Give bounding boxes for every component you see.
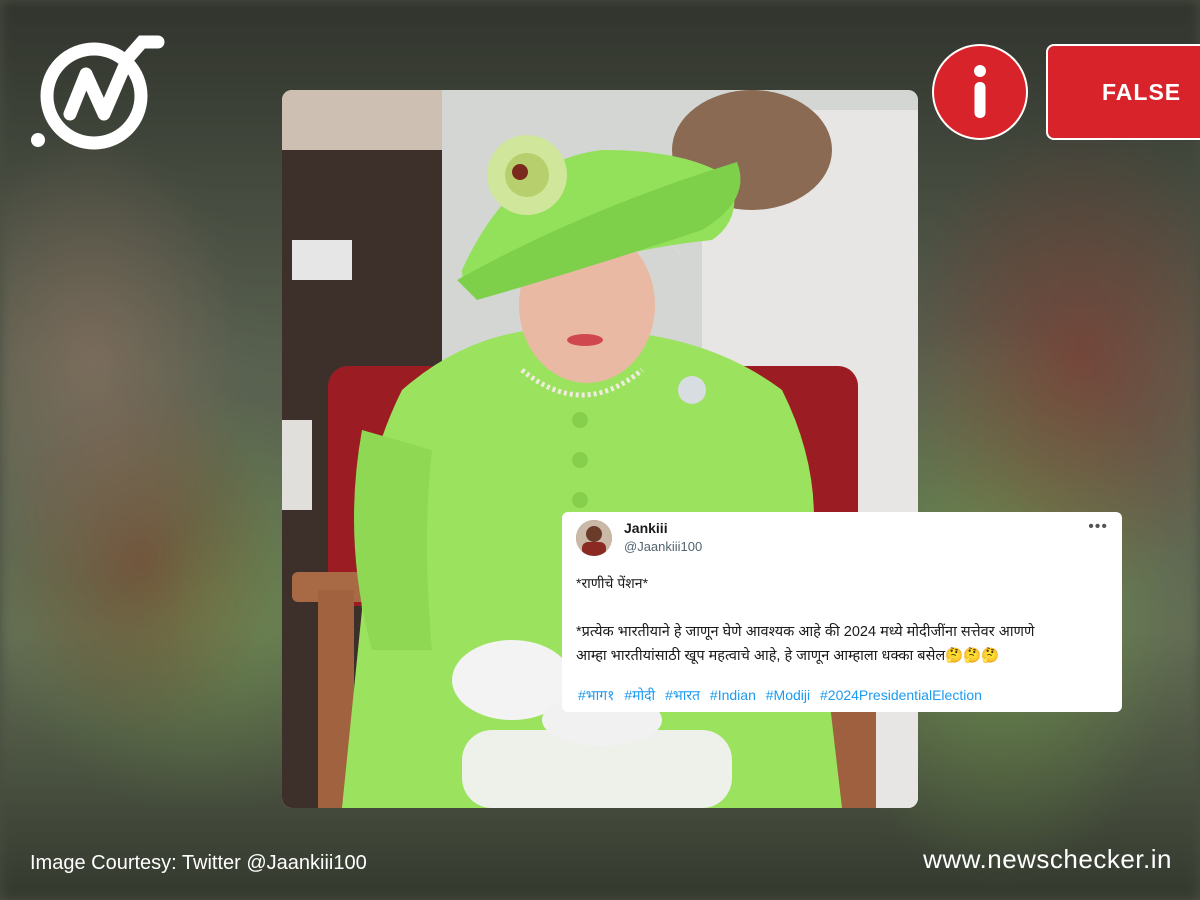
tweet-text-line: *प्रत्येक भारतीयाने हे जाणून घेणे आवश्यक… (576, 624, 1035, 640)
tweet-text-body: *प्रत्येक भारतीयाने हे जाणून घेणे आवश्यक… (576, 620, 1112, 668)
newschecker-logo (30, 32, 165, 152)
hashtag-link[interactable]: #2024PresidentialElection (820, 687, 982, 703)
hashtag-link[interactable]: #भारत (665, 687, 700, 703)
avatar[interactable] (576, 520, 612, 556)
info-icon (974, 65, 986, 118)
hashtag-link[interactable]: #भाग१ (578, 687, 614, 703)
info-badge (932, 44, 1028, 140)
tweet-text-title: *राणीचे पेंशन* (576, 575, 649, 591)
more-options-icon[interactable]: ••• (1088, 518, 1108, 536)
verdict-label: FALSE (1046, 44, 1200, 140)
hashtag-link[interactable]: #मोदी (624, 687, 655, 703)
site-url[interactable]: www.newschecker.in (923, 844, 1172, 875)
tweet-handle[interactable]: @Jaankiii100 (624, 539, 702, 554)
image-credit: Image Courtesy: Twitter @Jaankiii100 (30, 852, 367, 874)
tweet-card: Jankiii @Jaankiii100 ••• *राणीचे पेंशन* … (562, 512, 1122, 712)
hashtag-link[interactable]: #Modiji (766, 687, 810, 703)
tweet-hashtags: #भाग१ #मोदी #भारत #Indian #Modiji #2024P… (578, 686, 986, 705)
tweet-text-line: आम्हा भारतीयांसाठी खूप महत्वाचे आहे, हे … (576, 648, 1000, 664)
hashtag-link[interactable]: #Indian (710, 687, 756, 703)
tweet-display-name[interactable]: Jankiii (624, 520, 668, 536)
